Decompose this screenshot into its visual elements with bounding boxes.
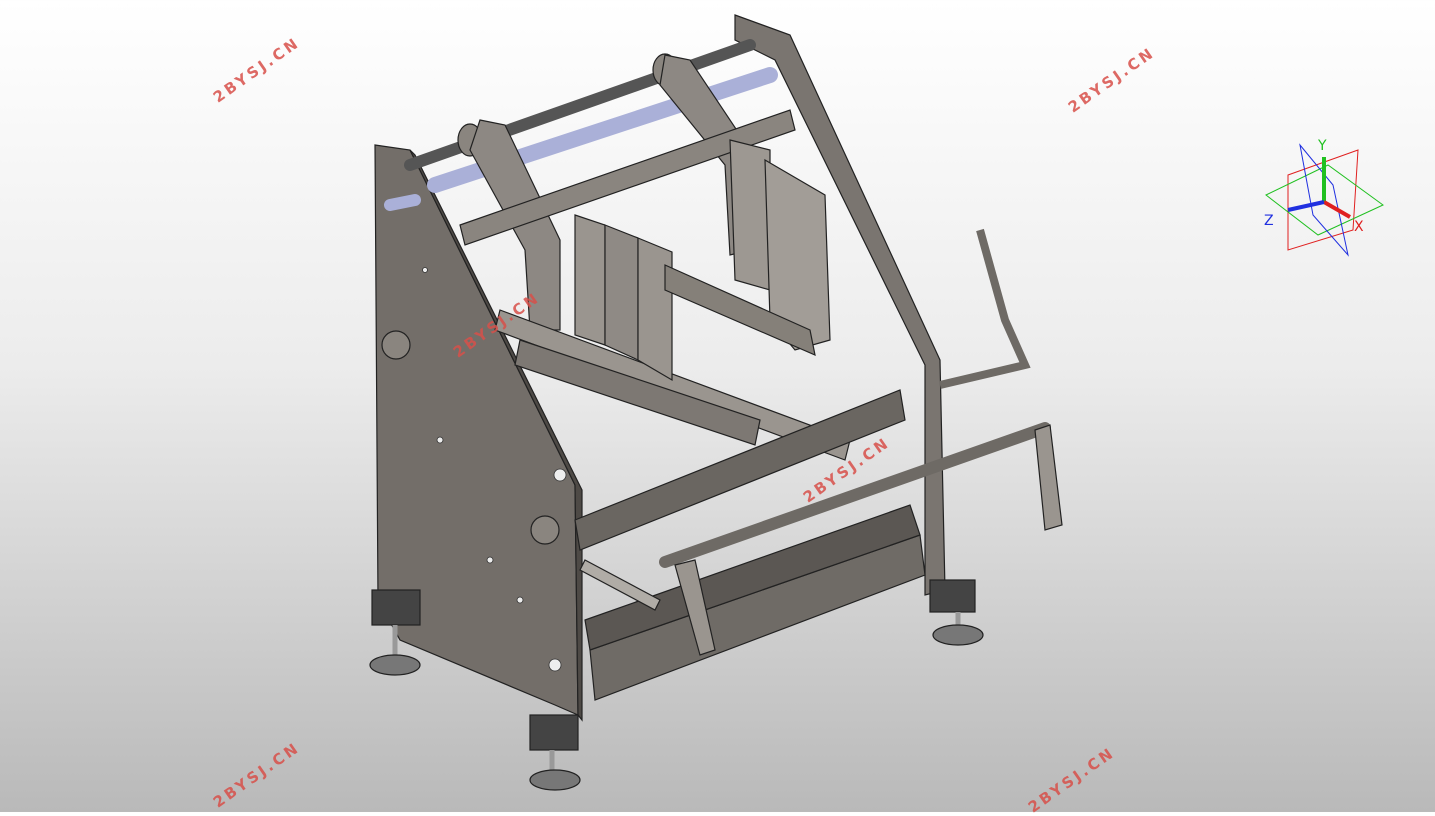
short-rod-blue (384, 194, 421, 211)
crank-handle (939, 228, 1031, 389)
blade-3 (637, 237, 673, 382)
leveling-foot-3 (929, 579, 984, 646)
view-orientation-triad[interactable]: Y X Z (1264, 138, 1384, 257)
rear-side-plate (734, 14, 946, 596)
y-axis-label: Y (1317, 138, 1327, 154)
blade-1 (574, 214, 606, 346)
leveling-foot-2 (529, 714, 581, 791)
x-axis-label: X (1354, 219, 1364, 235)
z-axis-arrow (1287, 200, 1325, 212)
paddle-left (729, 139, 771, 291)
pillow-block-bearing (530, 515, 560, 545)
flange-bearing (381, 330, 411, 360)
blade-2 (604, 224, 639, 361)
toothed-rack (579, 559, 661, 611)
rear-bracket (1034, 424, 1063, 531)
machine-assembly (369, 14, 1063, 791)
z-axis-label: Z (1264, 213, 1274, 229)
cad-model-viewport[interactable]: Y X Z (0, 0, 1435, 812)
